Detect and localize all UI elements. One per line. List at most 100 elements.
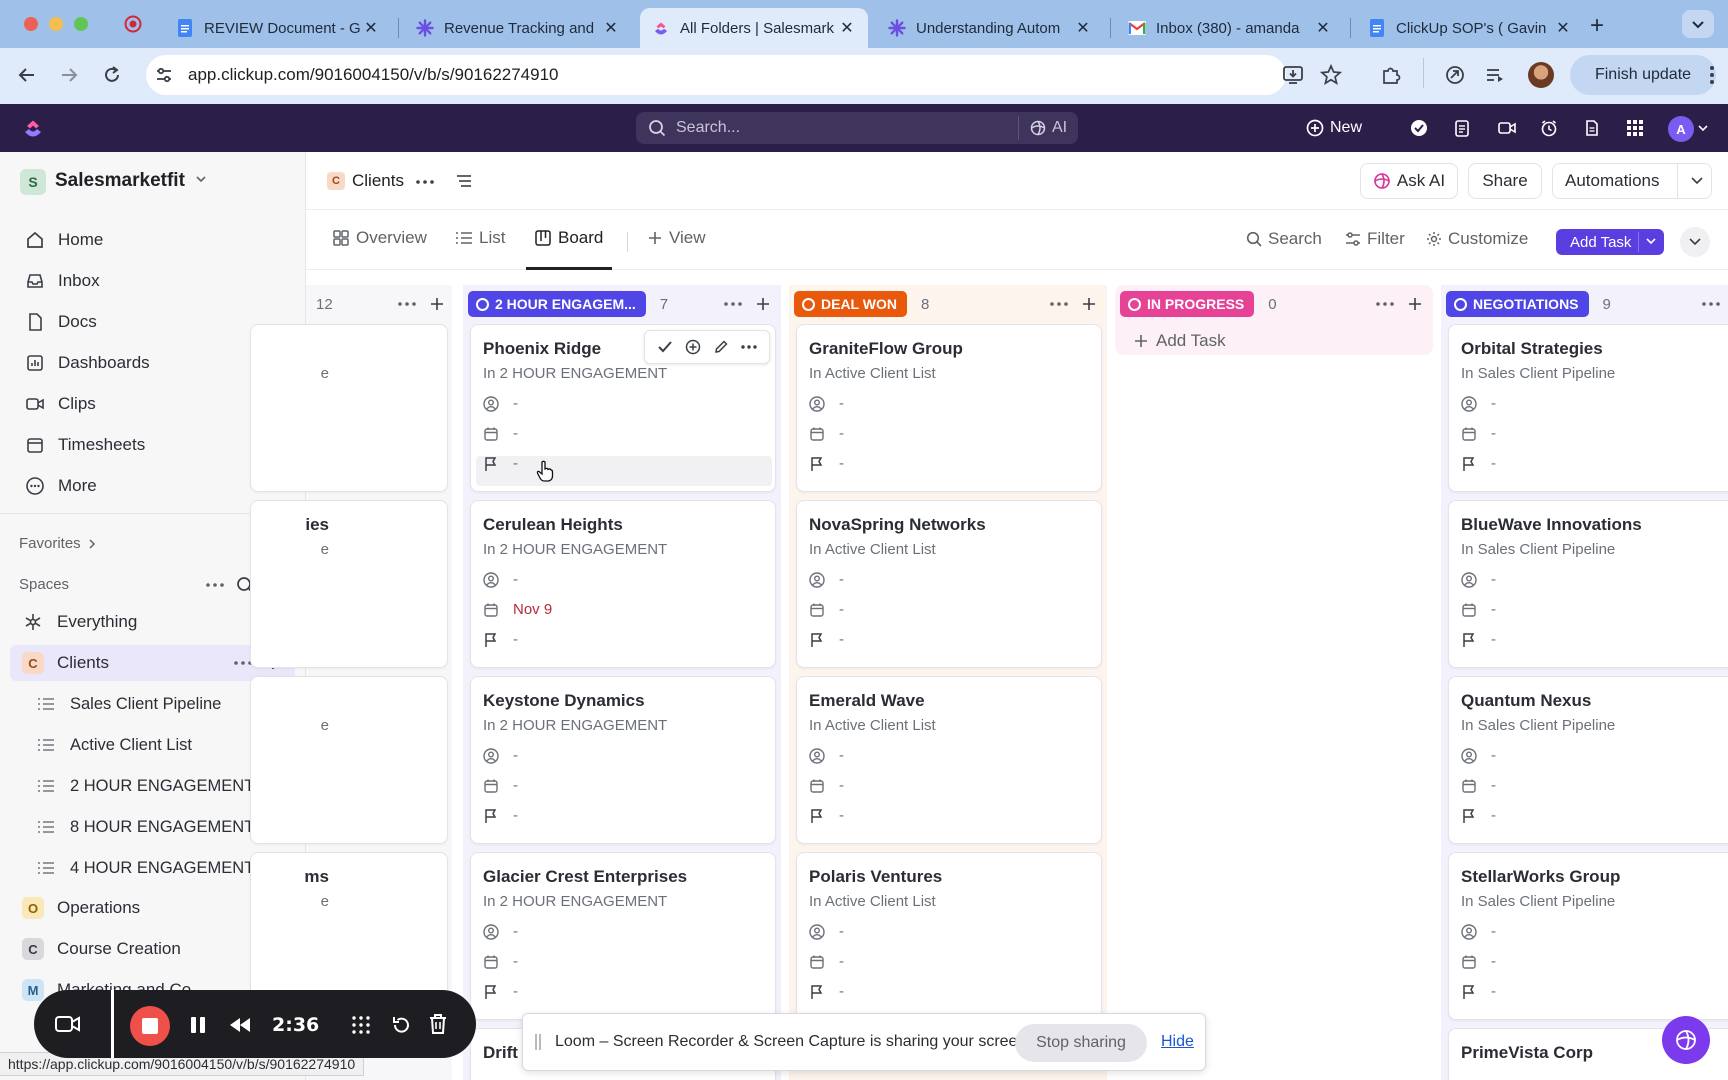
assignee-field[interactable]: - <box>809 923 844 940</box>
assignee-field[interactable]: - <box>1461 747 1496 764</box>
tab-close-icon[interactable]: ✕ <box>1074 18 1092 38</box>
task-card[interactable]: Keystone Dynamics In 2 HOUR ENGAGEMENT - - - <box>470 676 776 844</box>
media-controls-icon[interactable] <box>1484 64 1506 86</box>
browser-tab-understanding-autom[interactable]: Understanding Autom ✕ <box>876 8 1104 48</box>
page-title[interactable]: Clients <box>352 171 404 191</box>
add-task-button[interactable]: Add Task <box>1556 229 1664 255</box>
assignee-field[interactable]: - <box>1461 571 1496 588</box>
assignee-field[interactable]: - <box>483 571 518 588</box>
minimize-window-button[interactable] <box>49 17 63 31</box>
sidebar-item-clips[interactable]: Clips <box>24 386 96 422</box>
maximize-window-button[interactable] <box>74 17 88 31</box>
priority-field[interactable]: - <box>1461 983 1496 1000</box>
due-date-field[interactable]: Nov 9 <box>483 601 552 618</box>
due-date-field[interactable]: - <box>809 953 844 970</box>
stop-sharing-button[interactable]: Stop sharing <box>1015 1024 1147 1062</box>
browser-menu-icon[interactable] <box>1710 64 1714 86</box>
task-card[interactable]: e <box>250 324 448 492</box>
priority-field[interactable]: - <box>483 983 518 1000</box>
task-card[interactable]: Glacier Crest Enterprises In 2 HOUR ENGAG… <box>470 852 776 1020</box>
sidebar-item-timesheets[interactable]: Timesheets <box>24 427 145 463</box>
edit-pencil-icon[interactable] <box>713 339 729 355</box>
assignee-field[interactable]: - <box>483 923 518 940</box>
user-menu-chevron-icon[interactable] <box>1698 124 1708 132</box>
task-card[interactable]: Cerulean Heights In 2 HOUR ENGAGEMENT - Nov… <box>470 500 776 668</box>
tab-close-icon[interactable]: ✕ <box>838 18 856 38</box>
add-task-inline-button[interactable]: Add Task <box>1134 331 1226 351</box>
browser-tab-review-document[interactable]: REVIEW Document - G ✕ <box>164 8 392 48</box>
document-icon[interactable] <box>1583 119 1601 137</box>
column-more-icon[interactable] <box>1376 302 1394 306</box>
task-card[interactable]: ies e <box>250 500 448 668</box>
chevron-down-icon[interactable] <box>1691 177 1703 185</box>
video-clip-icon[interactable] <box>1497 119 1517 137</box>
task-card[interactable]: Polaris Ventures In Active Client List - - - <box>796 852 1102 1020</box>
column-add-icon[interactable] <box>430 297 444 311</box>
loom-stop-button[interactable] <box>130 1006 170 1046</box>
assignee-field[interactable]: - <box>1461 395 1496 412</box>
close-window-button[interactable] <box>24 17 38 31</box>
sidebar-toggle-icon[interactable] <box>455 173 473 189</box>
column-more-icon[interactable] <box>1050 302 1068 306</box>
priority-field[interactable]: - <box>809 983 844 1000</box>
check-icon[interactable] <box>657 340 673 354</box>
drag-handle-icon[interactable] <box>535 1034 541 1050</box>
back-arrow-icon[interactable] <box>16 64 38 86</box>
loom-rewind-icon[interactable] <box>228 1016 252 1034</box>
loom-camera-button[interactable] <box>46 1002 90 1046</box>
browser-tab-clickup-sops[interactable]: ClickUp SOP's ( Gavin ✕ <box>1356 8 1584 48</box>
spaces-more-icon[interactable] <box>206 583 224 587</box>
sidebar-item-more[interactable]: More <box>24 468 97 504</box>
priority-field[interactable]: - <box>809 455 844 472</box>
add-view-button[interactable]: View <box>648 228 706 248</box>
user-avatar[interactable]: A <box>1668 116 1694 142</box>
status-pill[interactable]: DEAL WON <box>794 291 907 317</box>
assignee-field[interactable]: - <box>483 747 518 764</box>
status-pill[interactable]: IN PROGRESS <box>1120 291 1255 317</box>
loom-restart-icon[interactable] <box>390 1014 412 1036</box>
due-date-field[interactable]: - <box>809 777 844 794</box>
tab-close-icon[interactable]: ✕ <box>362 18 380 38</box>
column-more-icon[interactable] <box>398 302 416 306</box>
workspace-name[interactable]: Salesmarketfit <box>55 170 185 192</box>
task-card[interactable]: Orbital Strategies In Sales Client Pipeli… <box>1448 324 1728 492</box>
due-date-field[interactable]: - <box>483 425 518 442</box>
loom-pause-icon[interactable] <box>190 1016 206 1034</box>
check-circle-icon[interactable] <box>1410 119 1428 137</box>
new-tab-plus-icon[interactable]: + <box>1590 12 1604 40</box>
loom-draw-icon[interactable] <box>350 1014 372 1036</box>
add-subtask-icon[interactable] <box>685 339 701 355</box>
task-card[interactable]: GraniteFlow Group In Active Client List - -… <box>796 324 1102 492</box>
ai-assistant-button[interactable] <box>1662 1016 1710 1064</box>
title-more-icon[interactable] <box>416 180 434 184</box>
task-card[interactable]: Emerald Wave In Active Client List - - - <box>796 676 1102 844</box>
status-pill[interactable]: NEGOTIATIONS <box>1446 291 1589 317</box>
due-date-field[interactable]: - <box>483 777 518 794</box>
column-add-icon[interactable] <box>756 297 770 311</box>
notepad-icon[interactable] <box>1453 119 1471 137</box>
card-more-icon[interactable] <box>741 345 757 349</box>
task-card[interactable]: Quantum Nexus In Sales Client Pipeline - - - <box>1448 676 1728 844</box>
share-button[interactable]: Share <box>1468 163 1542 199</box>
assignee-field[interactable]: - <box>1461 923 1496 940</box>
url-text[interactable]: app.clickup.com/9016004150/v/b/s/9016227… <box>188 65 559 85</box>
column-add-icon[interactable] <box>1082 297 1096 311</box>
clickup-logo-icon[interactable] <box>22 117 44 139</box>
hide-banner-link[interactable]: Hide <box>1161 1033 1194 1051</box>
due-date-field[interactable]: - <box>1461 601 1496 618</box>
assignee-field[interactable]: - <box>483 395 518 412</box>
tab-close-icon[interactable]: ✕ <box>1314 18 1332 38</box>
sidebar-item-dashboards[interactable]: Dashboards <box>24 345 150 381</box>
chevron-right-icon[interactable] <box>88 538 96 550</box>
install-app-icon[interactable] <box>1282 65 1304 85</box>
profile-avatar-icon[interactable] <box>1528 62 1554 88</box>
tab-overview[interactable]: Overview <box>333 228 427 248</box>
due-date-field[interactable]: - <box>809 601 844 618</box>
priority-field[interactable]: - <box>483 807 518 824</box>
sidebar-item-inbox[interactable]: Inbox <box>24 263 100 299</box>
workspace-badge[interactable]: S <box>20 169 46 195</box>
due-date-field[interactable]: - <box>1461 777 1496 794</box>
forward-arrow-icon[interactable] <box>58 64 80 86</box>
priority-field[interactable]: - <box>1461 807 1496 824</box>
tab-search-chevron-icon[interactable] <box>1682 10 1714 38</box>
